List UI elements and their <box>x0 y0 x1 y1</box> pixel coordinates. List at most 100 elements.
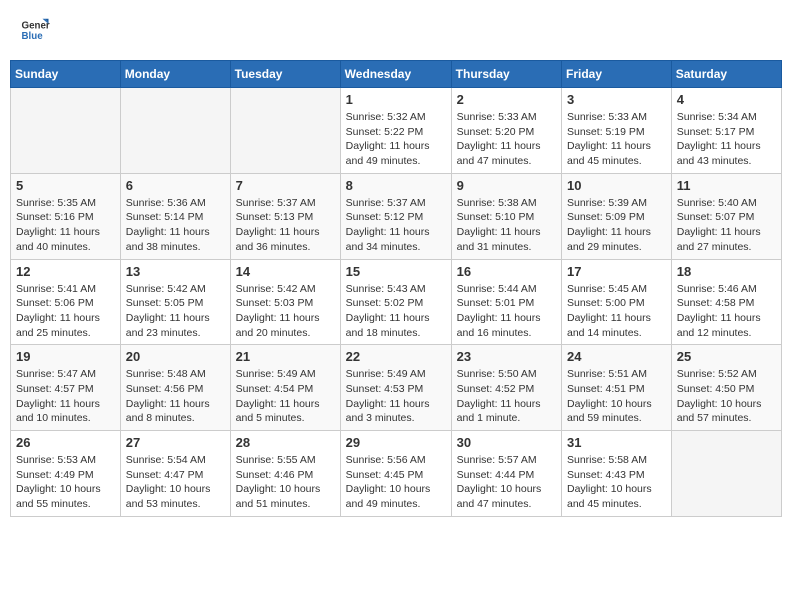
svg-text:Blue: Blue <box>22 31 44 42</box>
calendar-cell <box>11 88 121 174</box>
day-number: 28 <box>236 435 335 450</box>
calendar-cell: 8Sunrise: 5:37 AMSunset: 5:12 PMDaylight… <box>340 173 451 259</box>
calendar-cell: 3Sunrise: 5:33 AMSunset: 5:19 PMDaylight… <box>562 88 672 174</box>
day-number: 8 <box>346 178 446 193</box>
calendar-cell: 6 Sunrise: 5:36 AMSunset: 5:14 PMDaylight… <box>120 173 230 259</box>
svg-text:General: General <box>22 21 51 32</box>
day-number: 30 <box>457 435 556 450</box>
day-number: 16 <box>457 264 556 279</box>
day-info: Sunrise: 5:34 AMSunset: 5:17 PMDaylight:… <box>677 110 776 169</box>
day-info: Sunrise: 5:41 AMSunset: 5:06 PMDaylight:… <box>16 282 115 341</box>
calendar-cell: 4 Sunrise: 5:34 AMSunset: 5:17 PMDaylight… <box>671 88 781 174</box>
calendar-cell: 7 Sunrise: 5:37 AMSunset: 5:13 PMDaylight… <box>230 173 340 259</box>
calendar-week-3: 12 Sunrise: 5:41 AMSunset: 5:06 PMDayligh… <box>11 259 782 345</box>
col-header-saturday: Saturday <box>671 61 781 88</box>
day-info: Sunrise: 5:36 AMSunset: 5:14 PMDaylight:… <box>126 196 225 255</box>
calendar-cell: 20 Sunrise: 5:48 AMSunset: 4:56 PMDayligh… <box>120 345 230 431</box>
col-header-wednesday: Wednesday <box>340 61 451 88</box>
col-header-thursday: Thursday <box>451 61 561 88</box>
calendar-cell: 2Sunrise: 5:33 AMSunset: 5:20 PMDaylight… <box>451 88 561 174</box>
day-number: 24 <box>567 349 666 364</box>
day-info: Sunrise: 5:49 AMSunset: 4:54 PMDaylight:… <box>236 367 335 426</box>
calendar-header-row: SundayMondayTuesdayWednesdayThursdayFrid… <box>11 61 782 88</box>
calendar-cell: 24 Sunrise: 5:51 AMSunset: 4:51 PMDayligh… <box>562 345 672 431</box>
day-info: Sunrise: 5:51 AMSunset: 4:51 PMDaylight:… <box>567 367 666 426</box>
day-info: Sunrise: 5:52 AMSunset: 4:50 PMDaylight:… <box>677 367 776 426</box>
day-info: Sunrise: 5:40 AMSunset: 5:07 PMDaylight:… <box>677 196 776 255</box>
day-info: Sunrise: 5:57 AMSunset: 4:44 PMDaylight:… <box>457 453 556 512</box>
day-number: 5 <box>16 178 115 193</box>
logo-icon: General Blue <box>20 15 50 45</box>
calendar-cell: 31 Sunrise: 5:58 AMSunset: 4:43 PMDayligh… <box>562 431 672 517</box>
calendar-week-5: 26 Sunrise: 5:53 AMSunset: 4:49 PMDayligh… <box>11 431 782 517</box>
col-header-friday: Friday <box>562 61 672 88</box>
day-number: 17 <box>567 264 666 279</box>
day-number: 25 <box>677 349 776 364</box>
day-number: 1 <box>346 92 446 107</box>
day-number: 7 <box>236 178 335 193</box>
day-info: Sunrise: 5:46 AMSunset: 4:58 PMDaylight:… <box>677 282 776 341</box>
day-number: 31 <box>567 435 666 450</box>
calendar-week-1: 1 Sunrise: 5:32 AMSunset: 5:22 PMDaylight… <box>11 88 782 174</box>
day-info: Sunrise: 5:48 AMSunset: 4:56 PMDaylight:… <box>126 367 225 426</box>
day-info: Sunrise: 5:33 AMSunset: 5:20 PMDaylight:… <box>457 110 556 169</box>
calendar-cell <box>230 88 340 174</box>
day-info: Sunrise: 5:37 AMSunset: 5:13 PMDaylight:… <box>236 196 335 255</box>
calendar-cell: 22Sunrise: 5:49 AMSunset: 4:53 PMDayligh… <box>340 345 451 431</box>
calendar-cell: 23Sunrise: 5:50 AMSunset: 4:52 PMDayligh… <box>451 345 561 431</box>
day-info: Sunrise: 5:54 AMSunset: 4:47 PMDaylight:… <box>126 453 225 512</box>
day-info: Sunrise: 5:53 AMSunset: 4:49 PMDaylight:… <box>16 453 115 512</box>
day-info: Sunrise: 5:32 AMSunset: 5:22 PMDaylight:… <box>346 110 446 169</box>
day-number: 13 <box>126 264 225 279</box>
day-number: 27 <box>126 435 225 450</box>
calendar-cell: 21Sunrise: 5:49 AMSunset: 4:54 PMDayligh… <box>230 345 340 431</box>
day-number: 11 <box>677 178 776 193</box>
day-info: Sunrise: 5:35 AMSunset: 5:16 PMDaylight:… <box>16 196 115 255</box>
day-number: 19 <box>16 349 115 364</box>
col-header-monday: Monday <box>120 61 230 88</box>
calendar-cell <box>671 431 781 517</box>
day-number: 20 <box>126 349 225 364</box>
calendar-cell: 1 Sunrise: 5:32 AMSunset: 5:22 PMDaylight… <box>340 88 451 174</box>
calendar-cell: 15Sunrise: 5:43 AMSunset: 5:02 PMDayligh… <box>340 259 451 345</box>
day-info: Sunrise: 5:50 AMSunset: 4:52 PMDaylight:… <box>457 367 556 426</box>
calendar-cell: 18 Sunrise: 5:46 AMSunset: 4:58 PMDayligh… <box>671 259 781 345</box>
calendar-cell: 12 Sunrise: 5:41 AMSunset: 5:06 PMDayligh… <box>11 259 121 345</box>
day-info: Sunrise: 5:38 AMSunset: 5:10 PMDaylight:… <box>457 196 556 255</box>
calendar-cell: 26 Sunrise: 5:53 AMSunset: 4:49 PMDayligh… <box>11 431 121 517</box>
calendar-cell: 14 Sunrise: 5:42 AMSunset: 5:03 PMDayligh… <box>230 259 340 345</box>
calendar-cell: 19Sunrise: 5:47 AMSunset: 4:57 PMDayligh… <box>11 345 121 431</box>
day-number: 15 <box>346 264 446 279</box>
day-info: Sunrise: 5:55 AMSunset: 4:46 PMDaylight:… <box>236 453 335 512</box>
calendar-cell <box>120 88 230 174</box>
calendar-cell: 9 Sunrise: 5:38 AMSunset: 5:10 PMDaylight… <box>451 173 561 259</box>
day-number: 9 <box>457 178 556 193</box>
page-header: General Blue <box>10 10 782 50</box>
day-info: Sunrise: 5:58 AMSunset: 4:43 PMDaylight:… <box>567 453 666 512</box>
calendar-cell: 29 Sunrise: 5:56 AMSunset: 4:45 PMDayligh… <box>340 431 451 517</box>
calendar-cell: 30 Sunrise: 5:57 AMSunset: 4:44 PMDayligh… <box>451 431 561 517</box>
calendar-cell: 25 Sunrise: 5:52 AMSunset: 4:50 PMDayligh… <box>671 345 781 431</box>
day-number: 29 <box>346 435 446 450</box>
calendar-cell: 10Sunrise: 5:39 AMSunset: 5:09 PMDayligh… <box>562 173 672 259</box>
calendar-table: SundayMondayTuesdayWednesdayThursdayFrid… <box>10 60 782 517</box>
calendar-cell: 5 Sunrise: 5:35 AMSunset: 5:16 PMDaylight… <box>11 173 121 259</box>
day-number: 12 <box>16 264 115 279</box>
logo: General Blue <box>20 15 54 45</box>
day-number: 14 <box>236 264 335 279</box>
day-info: Sunrise: 5:42 AMSunset: 5:03 PMDaylight:… <box>236 282 335 341</box>
calendar-cell: 17 Sunrise: 5:45 AMSunset: 5:00 PMDayligh… <box>562 259 672 345</box>
day-number: 6 <box>126 178 225 193</box>
calendar-week-4: 19Sunrise: 5:47 AMSunset: 4:57 PMDayligh… <box>11 345 782 431</box>
calendar-cell: 13 Sunrise: 5:42 AMSunset: 5:05 PMDayligh… <box>120 259 230 345</box>
calendar-cell: 16Sunrise: 5:44 AMSunset: 5:01 PMDayligh… <box>451 259 561 345</box>
day-number: 18 <box>677 264 776 279</box>
day-info: Sunrise: 5:42 AMSunset: 5:05 PMDaylight:… <box>126 282 225 341</box>
day-info: Sunrise: 5:45 AMSunset: 5:00 PMDaylight:… <box>567 282 666 341</box>
day-number: 10 <box>567 178 666 193</box>
day-number: 26 <box>16 435 115 450</box>
day-info: Sunrise: 5:56 AMSunset: 4:45 PMDaylight:… <box>346 453 446 512</box>
day-number: 3 <box>567 92 666 107</box>
day-number: 4 <box>677 92 776 107</box>
col-header-tuesday: Tuesday <box>230 61 340 88</box>
